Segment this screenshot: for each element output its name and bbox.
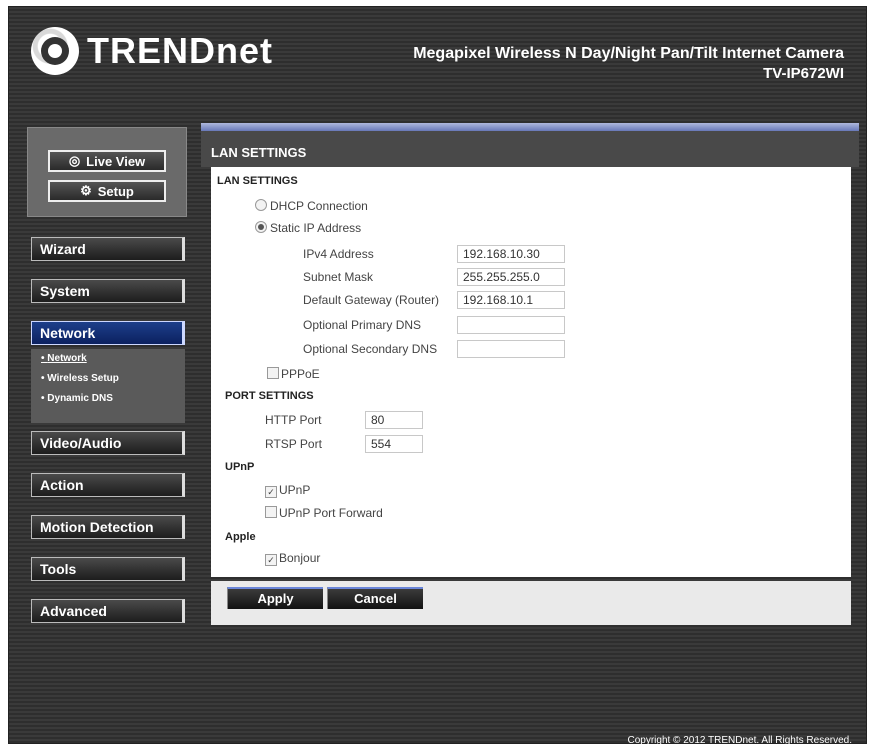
gear-icon: ⚙	[80, 183, 92, 198]
rtsp-port-label: RTSP Port	[265, 437, 322, 451]
nav-network[interactable]: Network	[31, 321, 185, 345]
trendnet-logo-icon	[31, 27, 79, 75]
upnp-label: UPnP	[279, 483, 311, 497]
nav-wizard[interactable]: Wizard	[31, 237, 185, 261]
page-title: LAN SETTINGS	[201, 131, 859, 167]
nav-advanced[interactable]: Advanced	[31, 599, 185, 623]
subnav-network[interactable]: • Network	[31, 349, 185, 369]
live-view-button[interactable]: ◎ Live View	[48, 150, 166, 172]
upnp-forward-checkbox[interactable]	[265, 506, 277, 518]
camera-eye-icon: ◎	[68, 153, 81, 168]
network-subnav: • Network • Wireless Setup • Dynamic DNS	[31, 349, 185, 423]
static-ip-label: Static IP Address	[270, 221, 362, 235]
subnav-wireless-label: Wireless Setup	[47, 373, 119, 384]
nav-tools[interactable]: Tools	[31, 557, 185, 581]
setup-button[interactable]: ⚙ Setup	[48, 180, 166, 202]
dns1-label: Optional Primary DNS	[303, 318, 422, 332]
lan-section-title: LAN SETTINGS	[217, 175, 298, 187]
dhcp-label: DHCP Connection	[270, 199, 368, 213]
apply-button[interactable]: Apply	[227, 587, 323, 609]
pppoe-option[interactable]: PPPoE	[267, 367, 320, 381]
pppoe-checkbox[interactable]	[267, 367, 279, 379]
upnp-forward-option[interactable]: UPnP Port Forward	[265, 506, 383, 520]
bonjour-checkbox[interactable]: ✓	[265, 554, 277, 566]
upnp-option[interactable]: ✓ UPnP	[265, 483, 310, 498]
bonjour-option[interactable]: ✓ Bonjour	[265, 551, 320, 566]
nav-video-audio[interactable]: Video/Audio	[31, 431, 185, 455]
nav-motion-detection[interactable]: Motion Detection	[31, 515, 185, 539]
trendnet-logo: TRENDnet	[31, 27, 273, 75]
quick-access-box: ◎ Live View ⚙ Setup	[27, 127, 187, 217]
rtsp-port-input[interactable]	[365, 435, 423, 453]
setup-label: Setup	[97, 183, 134, 199]
live-view-label: Live View	[86, 153, 146, 169]
subnet-input[interactable]	[457, 268, 565, 286]
static-ip-radio[interactable]	[255, 221, 267, 233]
product-title: Megapixel Wireless N Day/Night Pan/Tilt …	[413, 45, 844, 82]
nav-action[interactable]: Action	[31, 473, 185, 497]
port-section-title: PORT SETTINGS	[225, 390, 314, 402]
http-port-label: HTTP Port	[265, 413, 322, 427]
subnav-ddns-label: Dynamic DNS	[47, 393, 113, 404]
dhcp-radio[interactable]	[255, 199, 267, 211]
bonjour-label: Bonjour	[279, 551, 321, 565]
nav-system[interactable]: System	[31, 279, 185, 303]
settings-panel: LAN SETTINGS DHCP Connection Static IP A…	[211, 167, 851, 577]
upnp-forward-label: UPnP Port Forward	[279, 506, 383, 520]
upnp-checkbox[interactable]: ✓	[265, 486, 277, 498]
gateway-label: Default Gateway (Router)	[303, 293, 440, 307]
subnav-network-label: Network	[47, 353, 87, 364]
subnav-wireless-setup[interactable]: • Wireless Setup	[31, 369, 185, 389]
cancel-button[interactable]: Cancel	[327, 587, 423, 609]
product-model: TV-IP672WI	[763, 65, 844, 82]
primary-dns-input[interactable]	[457, 316, 565, 334]
product-name: Megapixel Wireless N Day/Night Pan/Tilt …	[413, 45, 844, 62]
gateway-input[interactable]	[457, 291, 565, 309]
apple-section-title: Apple	[225, 531, 256, 543]
ipv4-input[interactable]	[457, 245, 565, 263]
pppoe-label: PPPoE	[281, 367, 320, 381]
static-ip-option[interactable]: Static IP Address	[255, 221, 361, 235]
upnp-section-title: UPnP	[225, 461, 255, 473]
subnet-label: Subnet Mask	[303, 270, 374, 284]
subnav-dynamic-dns[interactable]: • Dynamic DNS	[31, 389, 185, 409]
brand-name: TRENDnet	[87, 30, 273, 71]
action-bar: Apply Cancel	[211, 581, 851, 625]
dns2-label: Optional Secondary DNS	[303, 342, 438, 356]
secondary-dns-input[interactable]	[457, 340, 565, 358]
dhcp-option[interactable]: DHCP Connection	[255, 199, 368, 213]
http-port-input[interactable]	[365, 411, 423, 429]
app-frame: TRENDnet Megapixel Wireless N Day/Night …	[8, 6, 867, 746]
ipv4-label: IPv4 Address	[303, 247, 374, 261]
panel-accent-bar	[201, 123, 859, 131]
copyright-text: Copyright © 2012 TRENDnet. All Rights Re…	[627, 735, 852, 746]
